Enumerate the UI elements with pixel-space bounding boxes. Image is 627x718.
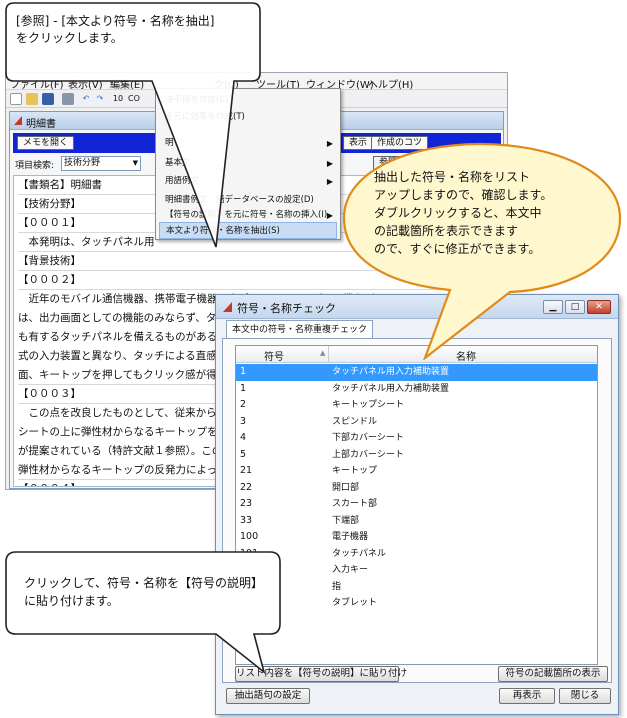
row-name: 上部カバーシート — [332, 449, 404, 460]
row-name: タブレット — [332, 598, 378, 608]
menu-help[interactable]: ヘルプ(H) — [368, 76, 413, 91]
row-name: キートップ — [332, 466, 378, 476]
row-symbol: 22 — [240, 481, 253, 493]
row-name: スカート部 — [332, 499, 378, 509]
callout-bottom: クリックして、符号・名称を【符号の説明】 に貼り付けます。 — [2, 548, 284, 674]
table-row[interactable]: 23 スカート部 — [236, 496, 597, 513]
callout-bottom-bubble — [5, 551, 281, 674]
callout-top-line: をクリックします。 — [16, 31, 123, 45]
row-symbol: 100 — [240, 531, 259, 542]
table-row[interactable]: 4 下部カバーシート — [236, 430, 597, 447]
callout-right-line: ので、すぐに修正ができます。 — [374, 242, 541, 256]
extract-settings-button[interactable]: 抽出語句の設定 — [226, 688, 310, 704]
row-symbol: 21 — [240, 465, 253, 476]
row-symbol: 1 — [240, 382, 247, 394]
show-symbol-location-button[interactable]: 符号の記載箇所の表示 — [498, 666, 608, 682]
table-row[interactable]: 33 下端部 — [236, 513, 597, 530]
row-symbol: 1 — [240, 366, 247, 377]
callout-top: [参照] - [本文より符号・名称を抽出] をクリックします。 — [2, 1, 262, 251]
callout-right: 抽出した符号・名称をリスト アップしますので、確認します。 ダブルクリックすると… — [340, 140, 625, 360]
row-name: 開口部 — [332, 482, 360, 493]
column-header-symbol[interactable]: 符号 — [264, 348, 284, 363]
row-symbol: 2 — [240, 399, 247, 410]
callout-right-text: 抽出した符号・名称をリスト アップしますので、確認します。 ダブルクリックすると… — [374, 168, 579, 258]
table-row[interactable]: 3 スピンドル — [236, 414, 597, 431]
row-symbol: 23 — [240, 498, 253, 509]
callout-right-line: 抽出した符号・名称をリスト — [374, 170, 531, 184]
table-row[interactable]: 2 キートップシート — [236, 397, 597, 414]
row-name: 指 — [332, 581, 342, 592]
dialog-title: 符号・名称チェック — [237, 302, 336, 315]
callout-top-line: [参照] - [本文より符号・名称を抽出] — [16, 14, 215, 28]
column-divider[interactable] — [328, 346, 329, 363]
submenu-arrow-icon: ▶ — [326, 139, 333, 148]
table-row[interactable]: 21 キートップ — [236, 463, 597, 480]
callout-right-line: アップしますので、確認します。 — [374, 188, 553, 202]
callout-right-line: ダブルクリックすると、本文中 — [374, 206, 542, 220]
table-row[interactable]: 101タッチパネル — [236, 546, 597, 563]
symbol-name-list[interactable]: 符号 ▲ 名称 1 タッチパネル用入力補助装置 1 タッチパネル用入力補助装置 2 キート… — [235, 345, 598, 665]
callout-bottom-line: クリックして、符号・名称を【符号の説明】 — [24, 576, 264, 590]
table-row[interactable]: 入力キー — [236, 562, 597, 579]
row-name: 入力キー — [332, 565, 369, 575]
row-name: タッチパネル用入力補助装置 — [332, 383, 450, 394]
redisplay-button[interactable]: 再表示 — [499, 688, 555, 704]
submenu-arrow-icon: ▶ — [326, 177, 333, 186]
table-row[interactable]: 1 タッチパネル用入力補助装置 — [236, 381, 597, 398]
row-name: タッチパネル用入力補助装置 — [332, 367, 450, 377]
app-logo-icon — [223, 302, 232, 312]
row-name: 下部カバーシート — [332, 433, 404, 443]
row-name: キートップシート — [332, 400, 405, 410]
row-symbol: 4 — [240, 432, 247, 443]
callout-bottom-line: に貼り付けます。 — [24, 594, 119, 608]
table-row[interactable]: 22 開口部 — [236, 480, 597, 497]
callout-bottom-text: クリックして、符号・名称を【符号の説明】 に貼り付けます。 — [24, 574, 264, 610]
row-name: スピンドル — [332, 416, 378, 427]
table-row[interactable]: 1 タッチパネル用入力補助装置 — [236, 364, 597, 381]
row-symbol: 5 — [240, 448, 247, 460]
sort-up-icon: ▲ — [320, 349, 326, 357]
close-button[interactable]: 閉じる — [559, 688, 611, 704]
row-symbol: 33 — [240, 514, 253, 526]
table-row[interactable]: 100 電子機器 — [236, 529, 597, 546]
callout-top-text: [参照] - [本文より符号・名称を抽出] をクリックします。 — [16, 13, 241, 47]
row-name: 電子機器 — [332, 532, 369, 542]
table-row[interactable]: 指 — [236, 579, 597, 596]
row-name: タッチパネル — [332, 548, 387, 559]
submenu-arrow-icon: ▶ — [326, 159, 333, 168]
callout-right-line: の記載箇所を表示できます — [374, 224, 519, 238]
row-name: 下端部 — [332, 515, 360, 526]
row-symbol: 3 — [240, 415, 247, 427]
table-row[interactable]: 5 上部カバーシート — [236, 447, 597, 464]
table-row[interactable]: タブレット — [236, 595, 597, 612]
